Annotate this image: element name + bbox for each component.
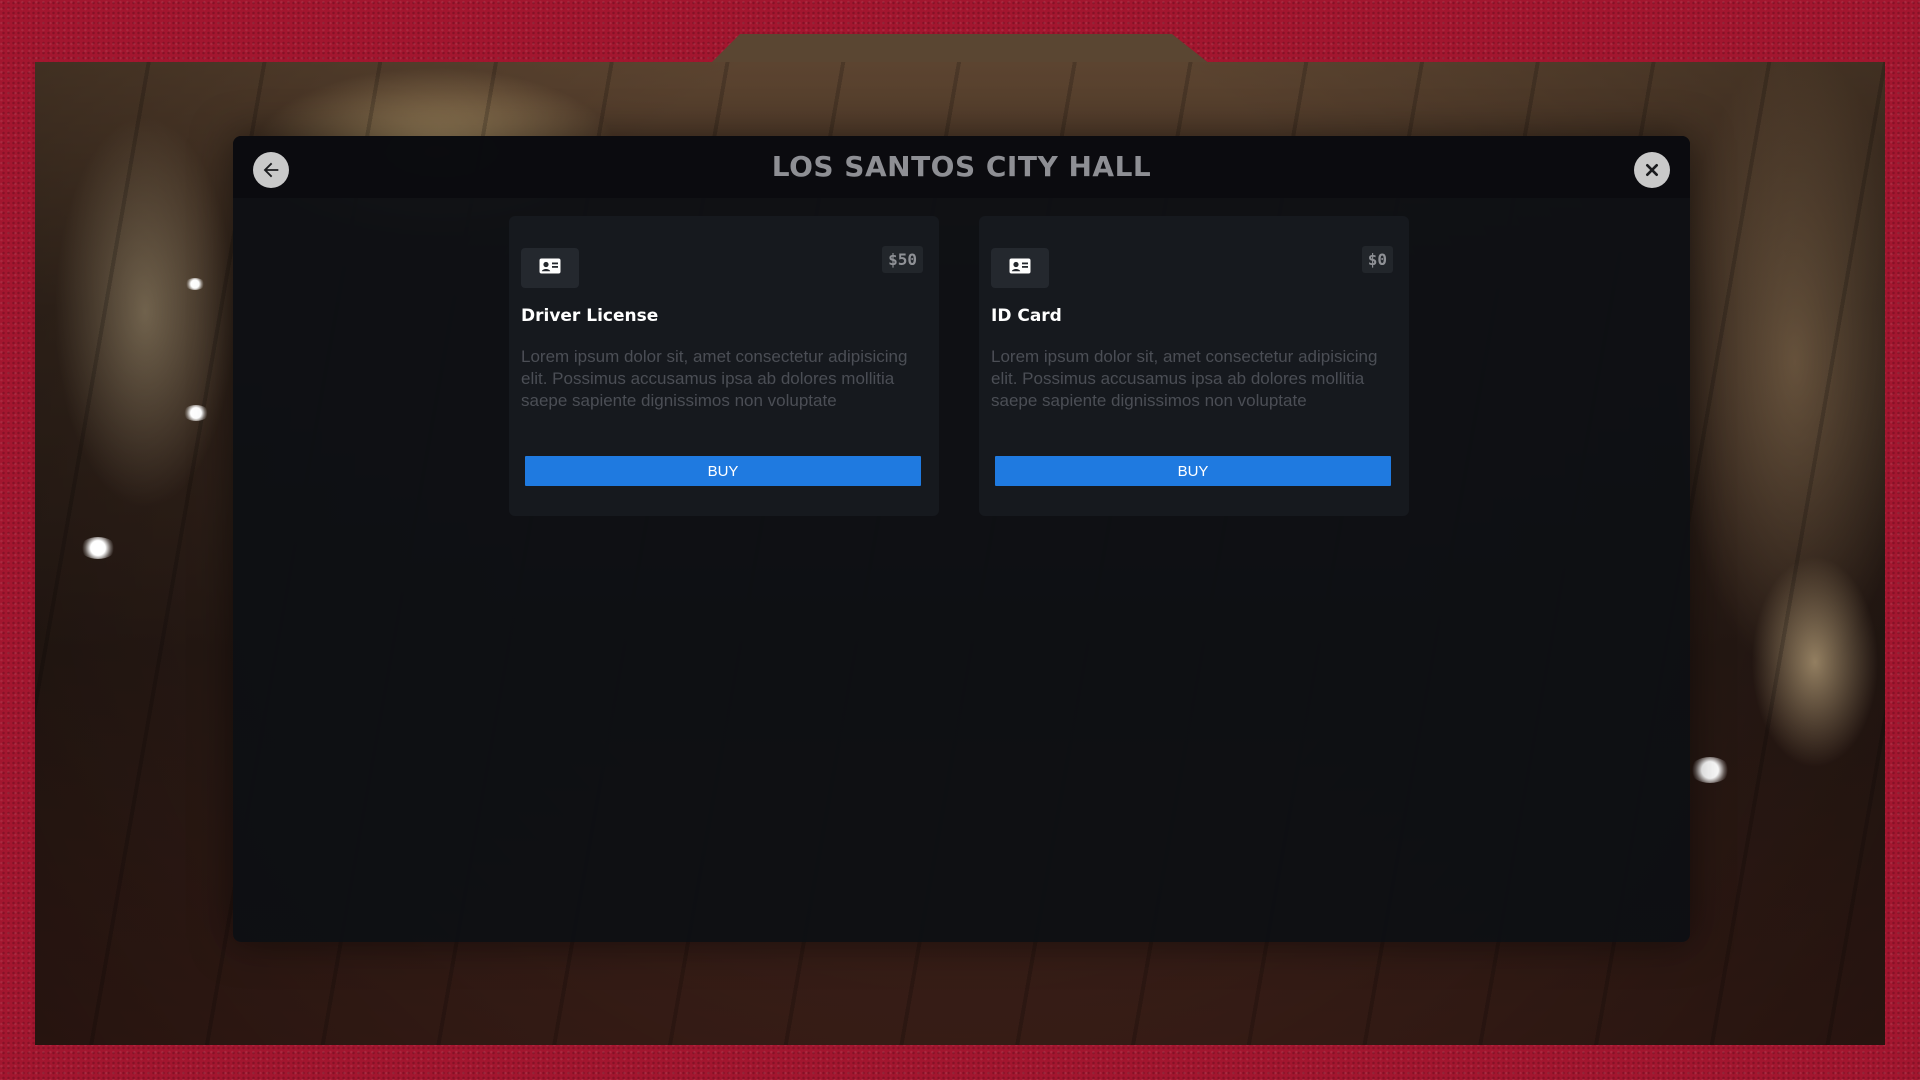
close-button[interactable]: [1634, 152, 1670, 188]
city-hall-panel: LOS SANTOS CITY HALL: [233, 136, 1690, 942]
card-description: Lorem ipsum dolor sit, amet consectetur …: [991, 347, 1378, 410]
card-icon-box: [991, 248, 1049, 288]
card-title: Driver License: [521, 306, 659, 326]
id-card-icon: [539, 258, 561, 278]
service-card-id-card: $0 ID Card Lorem ipsum dolor sit, amet c…: [979, 216, 1409, 516]
card-icon-box: [521, 248, 579, 288]
card-title: ID Card: [991, 306, 1062, 326]
close-icon: [1644, 162, 1660, 178]
ceiling-light: [185, 278, 205, 290]
card-description: Lorem ipsum dolor sit, amet consectetur …: [521, 347, 908, 410]
page-title: LOS SANTOS CITY HALL: [771, 150, 1152, 183]
ceiling-light: [183, 405, 209, 421]
frame-notch: [710, 34, 1210, 64]
price-badge: $50: [882, 246, 923, 273]
id-card-icon: [1009, 258, 1031, 278]
buy-driver-license-button[interactable]: BUY: [525, 456, 921, 486]
ceiling-light: [80, 537, 116, 559]
ceiling-light: [1690, 757, 1730, 783]
service-card-driver-license: $50 Driver License Lorem ipsum dolor sit…: [509, 216, 939, 516]
buy-id-card-button[interactable]: BUY: [995, 456, 1391, 486]
panel-header: LOS SANTOS CITY HALL: [233, 136, 1690, 198]
price-badge: $0: [1361, 246, 1393, 273]
